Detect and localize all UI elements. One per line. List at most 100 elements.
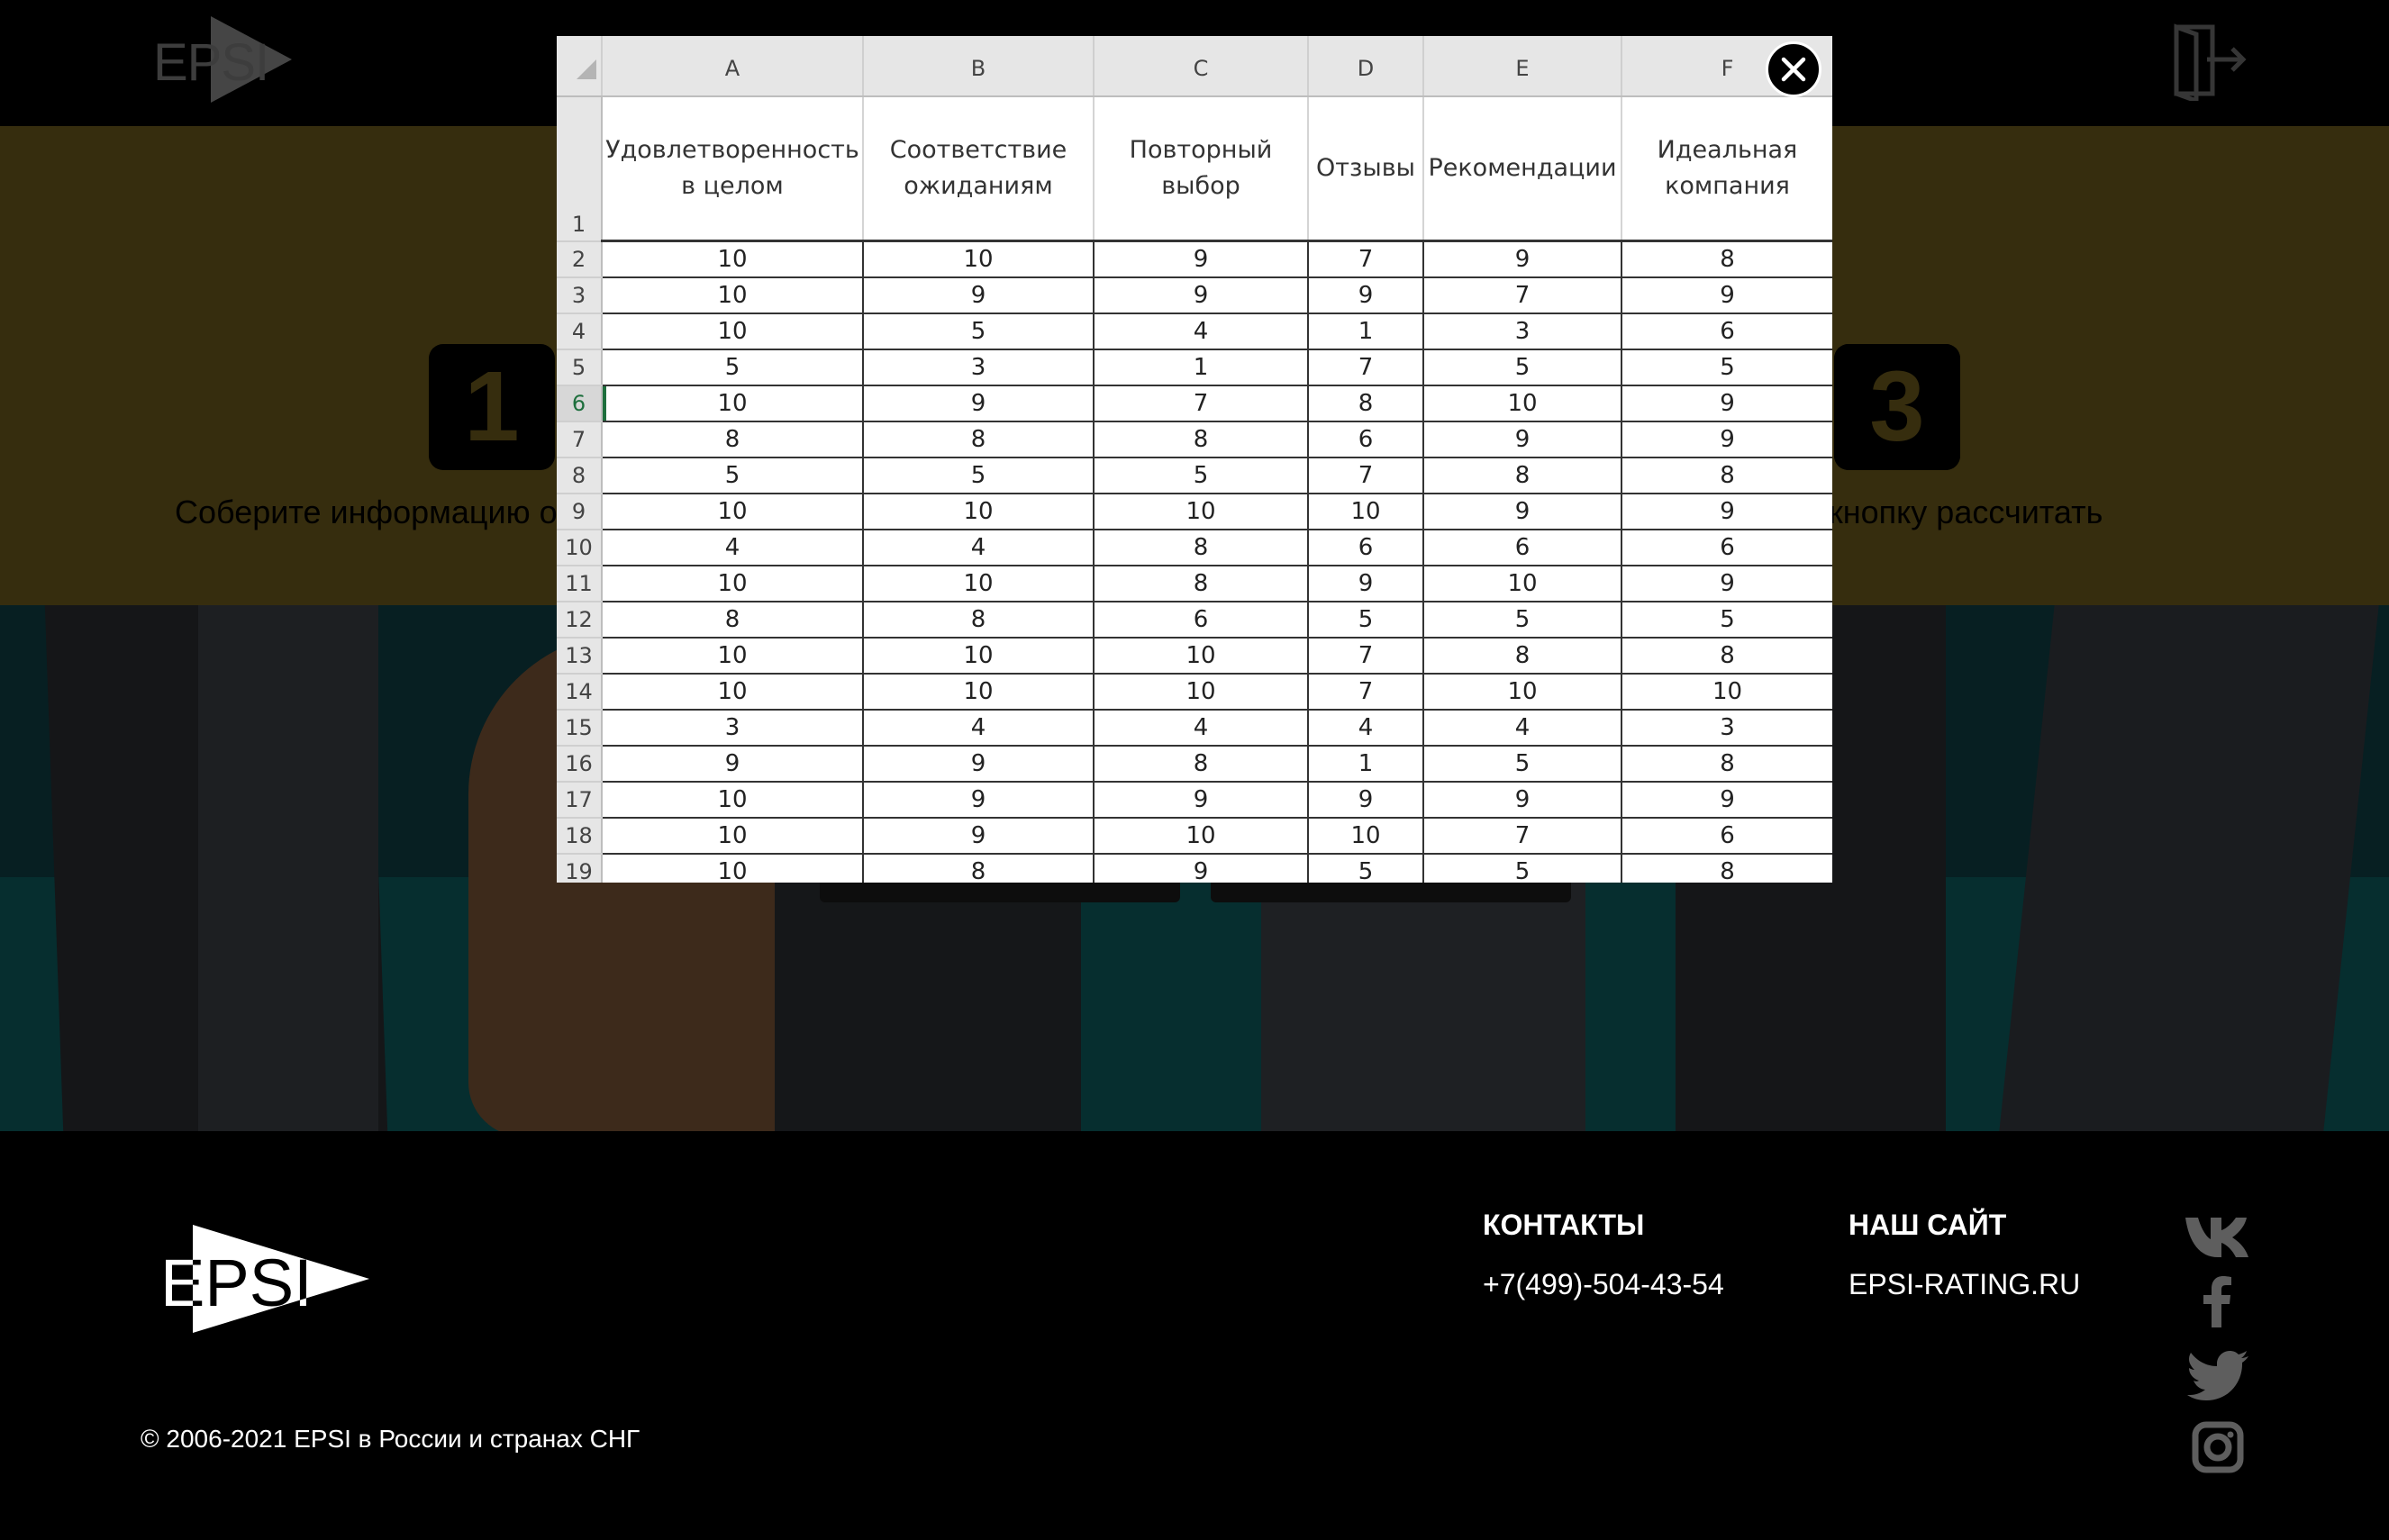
table-cell[interactable]: 8 (1621, 746, 1832, 783)
table-cell[interactable]: 9 (1621, 421, 1832, 458)
table-cell[interactable]: 5 (863, 457, 1095, 494)
table-cell[interactable]: 5 (602, 349, 864, 386)
table-cell[interactable]: 9 (1621, 566, 1832, 602)
table-cell[interactable]: 7 (1308, 638, 1424, 675)
twitter-icon[interactable] (2184, 1349, 2252, 1403)
table-cell[interactable]: 8 (1621, 638, 1832, 675)
table-cell[interactable]: 10 (602, 277, 864, 314)
table-cell[interactable]: 9 (1423, 494, 1622, 530)
table-cell[interactable]: 9 (1094, 782, 1309, 819)
table-cell[interactable]: 10 (1423, 385, 1622, 422)
table-cell[interactable]: 8 (863, 602, 1095, 639)
table-cell[interactable]: 10 (602, 782, 864, 819)
table-cell[interactable]: 10 (1308, 818, 1424, 855)
table-cell[interactable]: 9 (1423, 782, 1622, 819)
table-cell[interactable]: 9 (863, 746, 1095, 783)
table-cell[interactable]: 9 (1308, 277, 1424, 314)
table-cell[interactable]: 3 (1423, 313, 1622, 350)
table-cell[interactable]: 7 (1308, 674, 1424, 711)
table-cell[interactable]: 9 (863, 385, 1095, 422)
table-cell[interactable]: 4 (1308, 710, 1424, 747)
table-cell[interactable]: 10 (602, 818, 864, 855)
table-cell[interactable]: 8 (863, 854, 1095, 883)
table-cell[interactable]: 10 (602, 854, 864, 883)
table-cell[interactable]: 8 (1094, 530, 1309, 566)
table-cell[interactable]: 4 (863, 530, 1095, 566)
table-cell[interactable]: 8 (1621, 457, 1832, 494)
table-cell[interactable]: 10 (863, 240, 1095, 278)
table-cell[interactable]: 8 (1621, 240, 1832, 278)
table-cell[interactable]: 5 (1423, 349, 1622, 386)
table-cell[interactable]: 5 (1308, 602, 1424, 639)
table-cell[interactable]: 9 (1094, 240, 1309, 278)
table-cell[interactable]: 10 (1094, 818, 1309, 855)
table-cell[interactable]: 10 (1423, 674, 1622, 711)
table-cell[interactable]: 8 (602, 421, 864, 458)
table-cell[interactable]: 9 (1308, 566, 1424, 602)
table-cell[interactable]: 8 (1308, 385, 1424, 422)
table-cell[interactable]: 5 (863, 313, 1095, 350)
table-cell[interactable]: 10 (602, 313, 864, 350)
table-cell[interactable]: 10 (602, 674, 864, 711)
table-cell[interactable]: 10 (602, 240, 864, 278)
table-cell[interactable]: 10 (1094, 674, 1309, 711)
table-cell[interactable]: 5 (602, 457, 864, 494)
table-cell[interactable]: 8 (1094, 746, 1309, 783)
table-cell[interactable]: 6 (1621, 313, 1832, 350)
table-cell[interactable]: 6 (1621, 530, 1832, 566)
table-cell[interactable]: 4 (602, 530, 864, 566)
table-cell[interactable]: 5 (1423, 746, 1622, 783)
table-cell[interactable]: 4 (863, 710, 1095, 747)
table-cell[interactable]: 6 (1423, 530, 1622, 566)
instagram-icon[interactable] (2184, 1421, 2252, 1475)
table-cell[interactable]: 9 (1094, 854, 1309, 883)
table-cell[interactable]: 7 (1308, 240, 1424, 278)
table-cell[interactable]: 9 (1621, 782, 1832, 819)
table-cell[interactable]: 5 (1621, 602, 1832, 639)
table-cell[interactable]: 9 (1621, 494, 1832, 530)
table-cell[interactable]: 5 (1423, 854, 1622, 883)
table-cell[interactable]: 10 (602, 385, 864, 422)
table-cell[interactable]: 5 (1094, 457, 1309, 494)
table-cell[interactable]: 9 (863, 818, 1095, 855)
table-cell[interactable]: 8 (602, 602, 864, 639)
table-cell[interactable]: 9 (1094, 277, 1309, 314)
table-cell[interactable]: 6 (1094, 602, 1309, 639)
table-cell[interactable]: 8 (1094, 566, 1309, 602)
table-cell[interactable]: 4 (1423, 710, 1622, 747)
table-cell[interactable]: 9 (1423, 421, 1622, 458)
table-cell[interactable]: 10 (602, 638, 864, 675)
table-cell[interactable]: 8 (1094, 421, 1309, 458)
table-cell[interactable]: 7 (1308, 457, 1424, 494)
table-cell[interactable]: 1 (1308, 746, 1424, 783)
table-cell[interactable]: 5 (1308, 854, 1424, 883)
table-cell[interactable]: 8 (1621, 854, 1832, 883)
table-cell[interactable]: 10 (1621, 674, 1832, 711)
table-cell[interactable]: 7 (1308, 349, 1424, 386)
table-cell[interactable]: 10 (1423, 566, 1622, 602)
close-modal-button[interactable] (1766, 41, 1821, 97)
table-cell[interactable]: 10 (863, 494, 1095, 530)
table-cell[interactable]: 9 (863, 277, 1095, 314)
table-cell[interactable]: 9 (1423, 240, 1622, 278)
table-cell[interactable]: 1 (1094, 349, 1309, 386)
table-cell[interactable]: 9 (1621, 277, 1832, 314)
facebook-icon[interactable] (2184, 1273, 2252, 1327)
table-cell[interactable]: 1 (1308, 313, 1424, 350)
table-cell[interactable]: 3 (602, 710, 864, 747)
table-cell[interactable]: 8 (863, 421, 1095, 458)
table-cell[interactable]: 7 (1094, 385, 1309, 422)
table-cell[interactable]: 10 (1308, 494, 1424, 530)
table-cell[interactable]: 5 (1621, 349, 1832, 386)
table-cell[interactable]: 10 (602, 494, 864, 530)
vk-icon[interactable] (2184, 1207, 2252, 1261)
table-cell[interactable]: 3 (1621, 710, 1832, 747)
phone-link[interactable]: +7(499)-504-43-54 (1483, 1268, 1724, 1301)
table-cell[interactable]: 7 (1423, 277, 1622, 314)
table-cell[interactable]: 5 (1423, 602, 1622, 639)
table-cell[interactable]: 10 (863, 566, 1095, 602)
table-cell[interactable]: 10 (1094, 638, 1309, 675)
table-cell[interactable]: 10 (602, 566, 864, 602)
table-cell[interactable]: 10 (863, 638, 1095, 675)
table-cell[interactable]: 3 (863, 349, 1095, 386)
